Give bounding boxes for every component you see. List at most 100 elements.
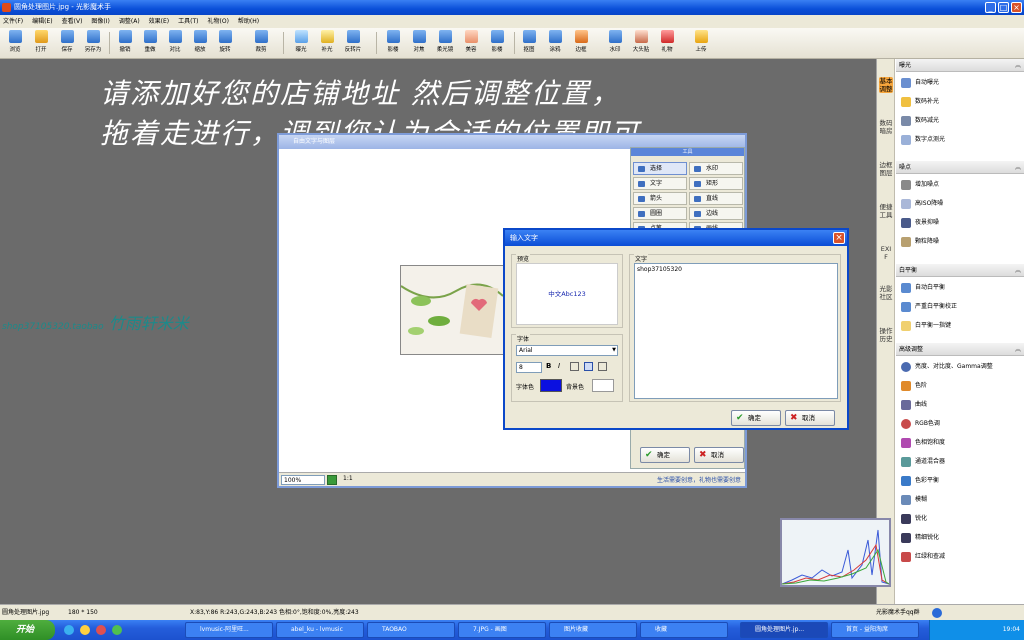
open-button[interactable]: 打开: [28, 29, 54, 58]
quicklaunch-icon[interactable]: [112, 625, 122, 635]
watermark-button[interactable]: 水印: [602, 29, 628, 58]
task-paint[interactable]: 7.JPG - 画图: [458, 622, 546, 638]
levels-item[interactable]: 色阶: [899, 379, 927, 393]
rgb-item[interactable]: RGB色调: [899, 417, 940, 431]
tool-arrow[interactable]: 箭头: [633, 192, 687, 205]
align-center-icon[interactable]: [584, 362, 593, 371]
dialog-ok-button[interactable]: ✔ 确定: [731, 410, 781, 426]
tab-quick-tools[interactable]: 便捷工具: [879, 203, 893, 219]
align-left-icon[interactable]: [570, 362, 579, 371]
red-green-item[interactable]: 红绿和查减: [899, 550, 945, 564]
undo-button[interactable]: 撤销: [112, 29, 138, 58]
digital-fill-item[interactable]: 数码补光: [899, 95, 939, 109]
upload-button[interactable]: 上传: [688, 29, 714, 58]
blur-item[interactable]: 模糊: [899, 493, 927, 507]
minimize-button[interactable]: _: [985, 2, 996, 13]
tool-border[interactable]: 边线: [689, 207, 743, 220]
section-exposure[interactable]: 曝光 ︽: [896, 59, 1024, 72]
high-iso-item[interactable]: 高ISO降噪: [899, 197, 943, 211]
task-favorites[interactable]: 收藏: [640, 622, 728, 638]
cutout-button[interactable]: 抠图: [516, 29, 542, 58]
fit-icon[interactable]: [327, 475, 337, 485]
doodle-button[interactable]: 涂鸦: [542, 29, 568, 58]
globe-icon[interactable]: [932, 608, 942, 618]
tool-circle[interactable]: 圆圈: [633, 207, 687, 220]
save-button[interactable]: 保存: [54, 29, 80, 58]
tools-cancel-button[interactable]: ✖ 取消: [694, 447, 744, 463]
tab-history[interactable]: 操作历史: [879, 327, 893, 343]
task-nikon-photo[interactable]: 圆角处理图片.jp...: [740, 622, 828, 638]
grain-denoise-item[interactable]: 颗粒降噪: [899, 235, 939, 249]
task-image-collection[interactable]: 图片收藏: [549, 622, 637, 638]
start-button[interactable]: 开始: [0, 620, 55, 640]
wb-one-click-item[interactable]: 白平衡一指键: [899, 319, 951, 333]
tool-line[interactable]: 直线: [689, 192, 743, 205]
quicklaunch-icon[interactable]: [96, 625, 106, 635]
menu-gifts[interactable]: 礼物(O): [208, 15, 229, 28]
focus-button[interactable]: 对焦: [406, 29, 432, 58]
tab-basic-adjust[interactable]: 基本调整: [879, 77, 893, 93]
status-qq-group[interactable]: 光影魔术手qq群: [876, 605, 920, 620]
gift-button[interactable]: 礼物: [654, 29, 680, 58]
studio-button[interactable]: 影楼: [380, 29, 406, 58]
zoom-select[interactable]: 100%: [281, 475, 325, 485]
beauty-button[interactable]: 美容: [458, 29, 484, 58]
italic-button[interactable]: I: [558, 362, 560, 370]
quicklaunch-icon[interactable]: [80, 625, 90, 635]
dialog-cancel-button[interactable]: ✖ 取消: [785, 410, 835, 426]
bold-button[interactable]: B: [546, 362, 551, 370]
task-aliwangwang[interactable]: lvmusic-阿里旺...: [185, 622, 273, 638]
tab-exif[interactable]: EXIF: [879, 245, 893, 261]
menu-file[interactable]: 文件(F): [3, 15, 23, 28]
text-input[interactable]: shop37105320: [634, 263, 838, 399]
color-balance-item[interactable]: 色彩平衡: [899, 474, 939, 488]
save-as-button[interactable]: 另存为: [80, 29, 106, 58]
tab-community[interactable]: 光影社区: [879, 285, 893, 301]
ie-icon[interactable]: [64, 625, 74, 635]
menu-tools[interactable]: 工具(T): [178, 15, 198, 28]
curves-item[interactable]: 曲线: [899, 398, 927, 412]
severe-wb-item[interactable]: 严重白平衡校正: [899, 300, 957, 314]
auto-exposure-item[interactable]: 自动曝光: [899, 76, 939, 90]
studio2-button[interactable]: 影楼: [484, 29, 510, 58]
redo-button[interactable]: 重做: [137, 29, 163, 58]
close-button[interactable]: ×: [1011, 2, 1022, 13]
task-taobao[interactable]: TAOBAO: [367, 622, 455, 638]
channel-mixer-item[interactable]: 通道混合器: [899, 455, 945, 469]
creative-link[interactable]: 生活需要创意，礼物也需要创意: [657, 475, 741, 484]
menu-image[interactable]: 图像(I): [91, 15, 109, 28]
task-lvmusic[interactable]: abel_ku - lvmusic: [276, 622, 364, 638]
section-white-balance[interactable]: 白平衡 ︽: [896, 264, 1024, 277]
maximize-button[interactable]: □: [998, 2, 1009, 13]
fine-sharpen-item[interactable]: 精细锐化: [899, 531, 939, 545]
compare-button[interactable]: 对比: [162, 29, 188, 58]
crop-button[interactable]: 裁剪: [248, 29, 274, 58]
tool-rectangle[interactable]: 矩形: [689, 177, 743, 190]
browse-button[interactable]: 浏览: [2, 29, 28, 58]
hue-saturation-item[interactable]: 色相饱和度: [899, 436, 945, 450]
border-button[interactable]: 边框: [568, 29, 594, 58]
tool-watermark[interactable]: 水印: [689, 162, 743, 175]
task-homepage[interactable]: 首页 - 益阳淘席: [831, 622, 919, 638]
font-select[interactable]: Arial ▼: [516, 345, 618, 356]
zoom-button[interactable]: 缩放: [187, 29, 213, 58]
digital-reduce-item[interactable]: 数码减光: [899, 114, 939, 128]
add-noise-item[interactable]: 增加噪点: [899, 178, 939, 192]
spot-metering-item[interactable]: 数字点测光: [899, 133, 945, 147]
ratio-label[interactable]: 1:1: [343, 475, 353, 482]
menu-view[interactable]: 查看(V): [62, 15, 83, 28]
night-denoise-item[interactable]: 夜景抑噪: [899, 216, 939, 230]
photo-sticker-button[interactable]: 大头贴: [628, 29, 654, 58]
fill-light-button[interactable]: 补光: [314, 29, 340, 58]
section-advanced[interactable]: 高级调整 ︽: [896, 343, 1024, 356]
sharpen-item[interactable]: 锐化: [899, 512, 927, 526]
reversal-film-button[interactable]: 反转片: [340, 29, 366, 58]
exposure-button[interactable]: 曝光: [288, 29, 314, 58]
rotate-button[interactable]: 旋转: [212, 29, 238, 58]
menu-help[interactable]: 帮助(H): [238, 15, 259, 28]
tool-text[interactable]: 文字: [633, 177, 687, 190]
font-size-input[interactable]: 8: [516, 362, 542, 373]
tool-select[interactable]: 选择: [633, 162, 687, 175]
tab-border-layer[interactable]: 边框图层: [879, 161, 893, 177]
section-noise[interactable]: 噪点 ︽: [896, 161, 1024, 174]
